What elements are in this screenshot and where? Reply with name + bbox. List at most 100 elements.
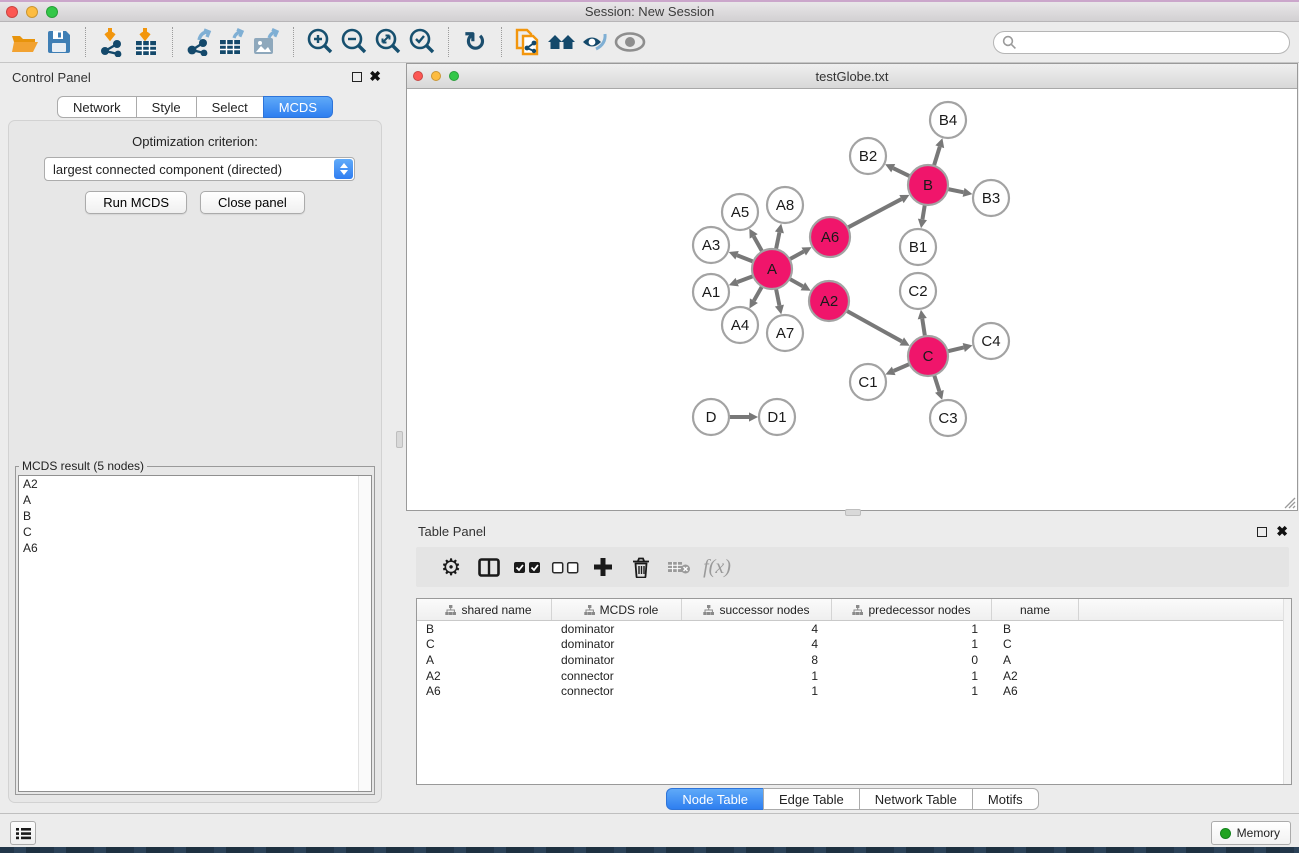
save-session-icon[interactable] xyxy=(42,26,76,58)
function-builder-icon[interactable]: f(x) xyxy=(698,551,736,583)
table-cell: A6 xyxy=(992,684,1079,698)
edge-arrow-icon xyxy=(775,224,784,234)
tab-style[interactable]: Style xyxy=(136,96,197,118)
delete-table-icon[interactable] xyxy=(660,551,698,583)
resize-grip-icon[interactable] xyxy=(1283,496,1296,509)
table-cell: B xyxy=(992,622,1079,636)
tab-select[interactable]: Select xyxy=(196,96,264,118)
close-panel-button[interactable]: Close panel xyxy=(200,191,305,214)
tab-mcds[interactable]: MCDS xyxy=(263,96,333,118)
edge-arrow-icon xyxy=(918,310,927,320)
table-scrollbar[interactable] xyxy=(1283,599,1291,784)
float-table-panel-icon[interactable] xyxy=(1257,527,1267,537)
show-columns-icon[interactable] xyxy=(470,551,508,583)
zoom-selected-icon[interactable] xyxy=(405,26,439,58)
mcds-result-list[interactable]: A2ABCA6 xyxy=(18,475,372,792)
open-file-icon[interactable] xyxy=(8,26,42,58)
table-header-row: shared name MCDS role successor nodes pr… xyxy=(417,599,1291,621)
deselect-all-checkboxes-icon[interactable] xyxy=(546,551,584,583)
mcds-result-group: MCDS result (5 nodes) A2ABCA6 xyxy=(15,459,375,795)
table-row[interactable]: A2connector11A2 xyxy=(417,668,1291,684)
graph-node-label: A7 xyxy=(776,325,794,342)
import-network-icon[interactable] xyxy=(95,26,129,58)
graph-node-label: A5 xyxy=(731,204,749,221)
vertical-split-handle[interactable] xyxy=(396,431,403,448)
toolbar-separator xyxy=(172,27,173,57)
zoom-out-icon[interactable] xyxy=(337,26,371,58)
run-mcds-button[interactable]: Run MCDS xyxy=(85,191,187,214)
control-panel-title: Control Panel xyxy=(12,70,91,85)
mcds-result-item[interactable]: C xyxy=(19,524,371,540)
memory-label: Memory xyxy=(1237,826,1280,840)
search-input[interactable] xyxy=(993,31,1290,54)
table-settings-icon[interactable]: ⚙ xyxy=(432,551,470,583)
list-scrollbar[interactable] xyxy=(358,476,371,791)
refresh-icon[interactable]: ↻ xyxy=(458,26,492,58)
table-row[interactable]: Bdominator41B xyxy=(417,621,1291,637)
table-cell: 1 xyxy=(682,684,832,698)
zoom-fit-icon[interactable] xyxy=(371,26,405,58)
memory-status-icon xyxy=(1220,828,1231,839)
mcds-panel: Optimization criterion: largest connecte… xyxy=(8,120,382,803)
edge-A6-B[interactable] xyxy=(846,199,902,229)
table-row[interactable]: Cdominator41C xyxy=(417,637,1291,653)
export-network-icon[interactable] xyxy=(182,26,216,58)
table-cell: 1 xyxy=(682,669,832,683)
tab-edge-table[interactable]: Edge Table xyxy=(763,788,860,810)
column-header-name[interactable]: name xyxy=(992,599,1079,620)
table-cell: A2 xyxy=(417,669,552,683)
table-row[interactable]: Adominator80A xyxy=(417,652,1291,668)
mcds-result-item[interactable]: A2 xyxy=(19,476,371,492)
close-table-panel-icon[interactable]: ✖ xyxy=(1276,523,1288,540)
mcds-result-item[interactable]: B xyxy=(19,508,371,524)
toolbar-separator xyxy=(85,27,86,57)
export-image-icon[interactable] xyxy=(250,26,284,58)
edge-A2-C[interactable] xyxy=(845,310,902,342)
graph-node-label: B3 xyxy=(982,190,1000,207)
zoom-in-icon[interactable] xyxy=(303,26,337,58)
criterion-select[interactable]: largest connected component (directed) xyxy=(44,157,355,181)
toolbar-separator xyxy=(293,27,294,57)
show-graphics-details-icon[interactable] xyxy=(613,26,647,58)
mcds-result-item[interactable]: A6 xyxy=(19,540,371,556)
graph-node-label: A1 xyxy=(702,284,720,301)
column-header-successor-nodes[interactable]: successor nodes xyxy=(682,599,832,620)
table-cell: C xyxy=(417,637,552,651)
select-all-checkboxes-icon[interactable] xyxy=(508,551,546,583)
graph-node-label: B4 xyxy=(939,112,957,129)
delete-column-icon[interactable] xyxy=(622,551,660,583)
column-header-shared-name[interactable]: shared name xyxy=(417,599,552,620)
show-task-history-button[interactable] xyxy=(10,821,36,845)
close-panel-icon[interactable]: ✖ xyxy=(369,68,381,85)
export-table-icon[interactable] xyxy=(216,26,250,58)
graph-node-label: D xyxy=(706,409,717,426)
column-header-mcds-role[interactable]: MCDS role xyxy=(552,599,682,620)
network-canvas[interactable]: B4B2BB3A5A8A6B1A3AA1C2A2A4A7C4CC1C3DD1 xyxy=(407,89,1297,510)
network-graph[interactable]: B4B2BB3A5A8A6B1A3AA1C2A2A4A7C4CC1C3DD1 xyxy=(407,89,1297,510)
tab-network[interactable]: Network xyxy=(57,96,137,118)
tab-network-table[interactable]: Network Table xyxy=(859,788,973,810)
float-panel-icon[interactable] xyxy=(352,72,362,82)
add-column-icon[interactable] xyxy=(584,551,622,583)
mcds-result-item[interactable]: A xyxy=(19,492,371,508)
hierarchy-icon xyxy=(852,605,863,615)
edge-B-B4[interactable] xyxy=(933,147,939,168)
table-cell: 1 xyxy=(832,637,992,651)
table-cell: A6 xyxy=(417,684,552,698)
hide-graphics-details-icon[interactable] xyxy=(579,26,613,58)
column-header-predecessor-nodes[interactable]: predecessor nodes xyxy=(832,599,992,620)
tab-motifs[interactable]: Motifs xyxy=(972,788,1039,810)
import-table-icon[interactable] xyxy=(129,26,163,58)
graph-node-label: A xyxy=(767,261,777,278)
memory-button[interactable]: Memory xyxy=(1211,821,1291,845)
new-network-from-selection-icon[interactable] xyxy=(511,26,545,58)
list-icon xyxy=(16,827,31,840)
table-toolbar: ⚙ f(x) xyxy=(416,547,1289,587)
network-window-titlebar[interactable]: testGlobe.txt xyxy=(407,64,1297,89)
control-panel-header: Control Panel ✖ xyxy=(0,63,390,91)
table-row[interactable]: A6connector11A6 xyxy=(417,683,1291,699)
tab-node-table[interactable]: Node Table xyxy=(666,788,764,810)
home-networks-icon[interactable] xyxy=(545,26,579,58)
horizontal-split-handle[interactable] xyxy=(845,509,861,516)
node-table[interactable]: shared name MCDS role successor nodes pr… xyxy=(416,598,1292,785)
